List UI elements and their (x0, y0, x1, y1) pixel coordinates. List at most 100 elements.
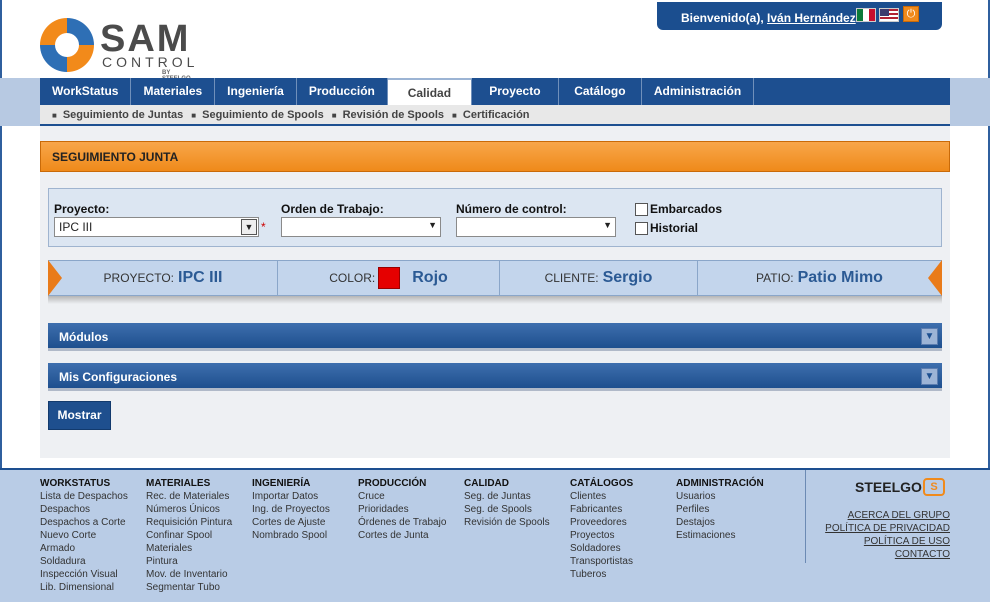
footer-col-ingenieria: INGENIERÍA Importar Datos Ing. de Proyec… (252, 477, 330, 542)
logout-icon[interactable]: ⏻ (903, 6, 919, 22)
footer-link[interactable]: Segmentar Tubo (146, 581, 232, 594)
subnav-certificacion[interactable]: Certificación (452, 109, 530, 121)
footer-link[interactable]: Armado (40, 542, 128, 555)
tab-catalogo[interactable]: Catálogo (559, 78, 642, 105)
chevron-down-icon[interactable]: ▼ (603, 220, 612, 230)
nav-side-left (0, 78, 40, 126)
footer-link[interactable]: Despachos a Corte (40, 516, 128, 529)
tab-calidad[interactable]: Calidad (387, 78, 472, 105)
tab-workstatus[interactable]: WorkStatus (40, 78, 132, 105)
logo-emblem-icon (40, 18, 94, 72)
info-cliente-label: CLIENTE: (544, 271, 599, 285)
footer-link[interactable]: Cortes de Ajuste (252, 516, 330, 529)
chevron-down-icon[interactable]: ▼ (921, 328, 938, 345)
footer-link[interactable]: Nombrado Spool (252, 529, 330, 542)
mexico-flag-icon[interactable] (856, 8, 876, 22)
configuraciones-accordion-label: Mis Configuraciones (59, 370, 178, 384)
footer-link[interactable]: Órdenes de Trabajo (358, 516, 446, 529)
tab-materiales[interactable]: Materiales (131, 78, 216, 105)
chevron-down-icon[interactable]: ▼ (428, 220, 437, 230)
footer-link[interactable]: Números Únicos (146, 503, 232, 516)
footer-link[interactable]: Lista de Despachos (40, 490, 128, 503)
color-swatch (378, 267, 401, 289)
chevron-down-icon[interactable]: ▼ (921, 368, 938, 385)
numero-control-select[interactable]: ▼ (456, 217, 616, 237)
tab-ingenieria[interactable]: Ingeniería (215, 78, 297, 105)
footer-link[interactable]: Estimaciones (676, 529, 764, 542)
footer-col-catalogos: CATÁLOGOS Clientes Fabricantes Proveedor… (570, 477, 633, 581)
info-patio-value: Patio Mimo (797, 269, 883, 286)
footer-link[interactable]: Cortes de Junta (358, 529, 446, 542)
logo-sub-text: CONTROL (102, 54, 199, 70)
project-info-bar: PROYECTO: IPC III COLOR: Rojo CLIENTE: S… (48, 260, 942, 296)
user-name-link[interactable]: Iván Hernández (767, 11, 856, 25)
orden-trabajo-select[interactable]: ▼ (281, 217, 441, 237)
historial-label: Historial (650, 221, 699, 235)
configuraciones-accordion[interactable]: Mis Configuraciones ▼ (48, 363, 942, 391)
footer-link[interactable]: Clientes (570, 490, 633, 503)
info-color-label: COLOR: (329, 271, 376, 285)
footer-heading: INGENIERÍA (252, 478, 311, 489)
footer-link-uso[interactable]: POLÍTICA DE USO (864, 536, 950, 547)
footer-link-contacto[interactable]: CONTACTO (895, 549, 950, 560)
subnav-seguimiento-juntas[interactable]: Seguimiento de Juntas (52, 109, 183, 121)
subnav-seguimiento-spools[interactable]: Seguimiento de Spools (191, 109, 324, 121)
footer-link[interactable]: Rec. de Materiales (146, 490, 232, 503)
welcome-text: Bienvenido(a), (681, 11, 764, 25)
orange-arrow-left-icon (48, 260, 62, 296)
info-cliente: CLIENTE: Sergio (500, 261, 698, 295)
footer-link[interactable]: Requisición Pintura (146, 516, 232, 529)
footer-link[interactable]: Seg. de Spools (464, 503, 550, 516)
info-proyecto: PROYECTO: IPC III (49, 261, 278, 295)
footer-link[interactable]: Inspección Visual (40, 568, 128, 581)
modulos-accordion[interactable]: Módulos ▼ (48, 323, 942, 351)
tab-proyecto[interactable]: Proyecto (472, 78, 559, 105)
required-mark: * (261, 220, 266, 234)
welcome-bar: Bienvenido(a), Iván Hernández (657, 2, 942, 30)
footer-link[interactable]: Importar Datos (252, 490, 330, 503)
footer-link[interactable]: Revisión de Spools (464, 516, 550, 529)
footer-col-administracion: ADMINISTRACIÓN Usuarios Perfiles Destajo… (676, 477, 764, 542)
footer-link[interactable]: Confinar Spool (146, 529, 232, 542)
footer-link[interactable]: Mov. de Inventario (146, 568, 232, 581)
embarcados-checkbox[interactable] (635, 203, 648, 216)
footer-link[interactable]: Fabricantes (570, 503, 633, 516)
footer-link[interactable]: Seg. de Juntas (464, 490, 550, 503)
nav-side-right (950, 78, 990, 126)
tab-produccion[interactable]: Producción (297, 78, 388, 105)
footer-link[interactable]: Destajos (676, 516, 764, 529)
footer-col-materiales: MATERIALES Rec. de Materiales Números Ún… (146, 477, 232, 594)
info-patio-label: PATIO: (756, 271, 794, 285)
footer-link[interactable]: Proveedores (570, 516, 633, 529)
info-color-value: Rojo (412, 269, 448, 286)
historial-checkbox[interactable] (635, 222, 648, 235)
footer-heading: ADMINISTRACIÓN (676, 478, 764, 489)
usa-flag-icon[interactable] (879, 8, 899, 22)
footer-link-privacidad[interactable]: POLÍTICA DE PRIVACIDAD (825, 523, 950, 534)
footer-link[interactable]: Proyectos (570, 529, 633, 542)
tab-administracion[interactable]: Administración (642, 78, 755, 105)
footer-link[interactable]: Lib. Dimensional (40, 581, 128, 594)
footer-col-produccion: PRODUCCIÓN Cruce Prioridades Órdenes de … (358, 477, 446, 542)
footer-link[interactable]: Despachos (40, 503, 128, 516)
chevron-down-icon[interactable]: ▼ (241, 219, 257, 235)
proyecto-select[interactable]: IPC III ▼ (54, 217, 259, 237)
modulos-accordion-label: Módulos (59, 330, 109, 344)
footer-link-acerca[interactable]: ACERCA DEL GRUPO (848, 510, 950, 521)
steelgo-logo-text: STEELGO (855, 479, 922, 495)
subnav-revision-spools[interactable]: Revisión de Spools (332, 109, 444, 121)
footer-link[interactable]: Prioridades (358, 503, 446, 516)
footer-link[interactable]: Transportistas (570, 555, 633, 568)
footer-link[interactable]: Soldadura (40, 555, 128, 568)
footer-link[interactable]: Materiales (146, 542, 232, 555)
mostrar-button[interactable]: Mostrar (48, 401, 111, 430)
footer-link[interactable]: Nuevo Corte (40, 529, 128, 542)
footer-link[interactable]: Pintura (146, 555, 232, 568)
footer-link[interactable]: Usuarios (676, 490, 764, 503)
footer-link[interactable]: Perfiles (676, 503, 764, 516)
footer-link[interactable]: Soldadores (570, 542, 633, 555)
page-title: SEGUIMIENTO JUNTA (40, 141, 950, 172)
footer-link[interactable]: Ing. de Proyectos (252, 503, 330, 516)
footer-link[interactable]: Tuberos (570, 568, 633, 581)
footer-link[interactable]: Cruce (358, 490, 446, 503)
